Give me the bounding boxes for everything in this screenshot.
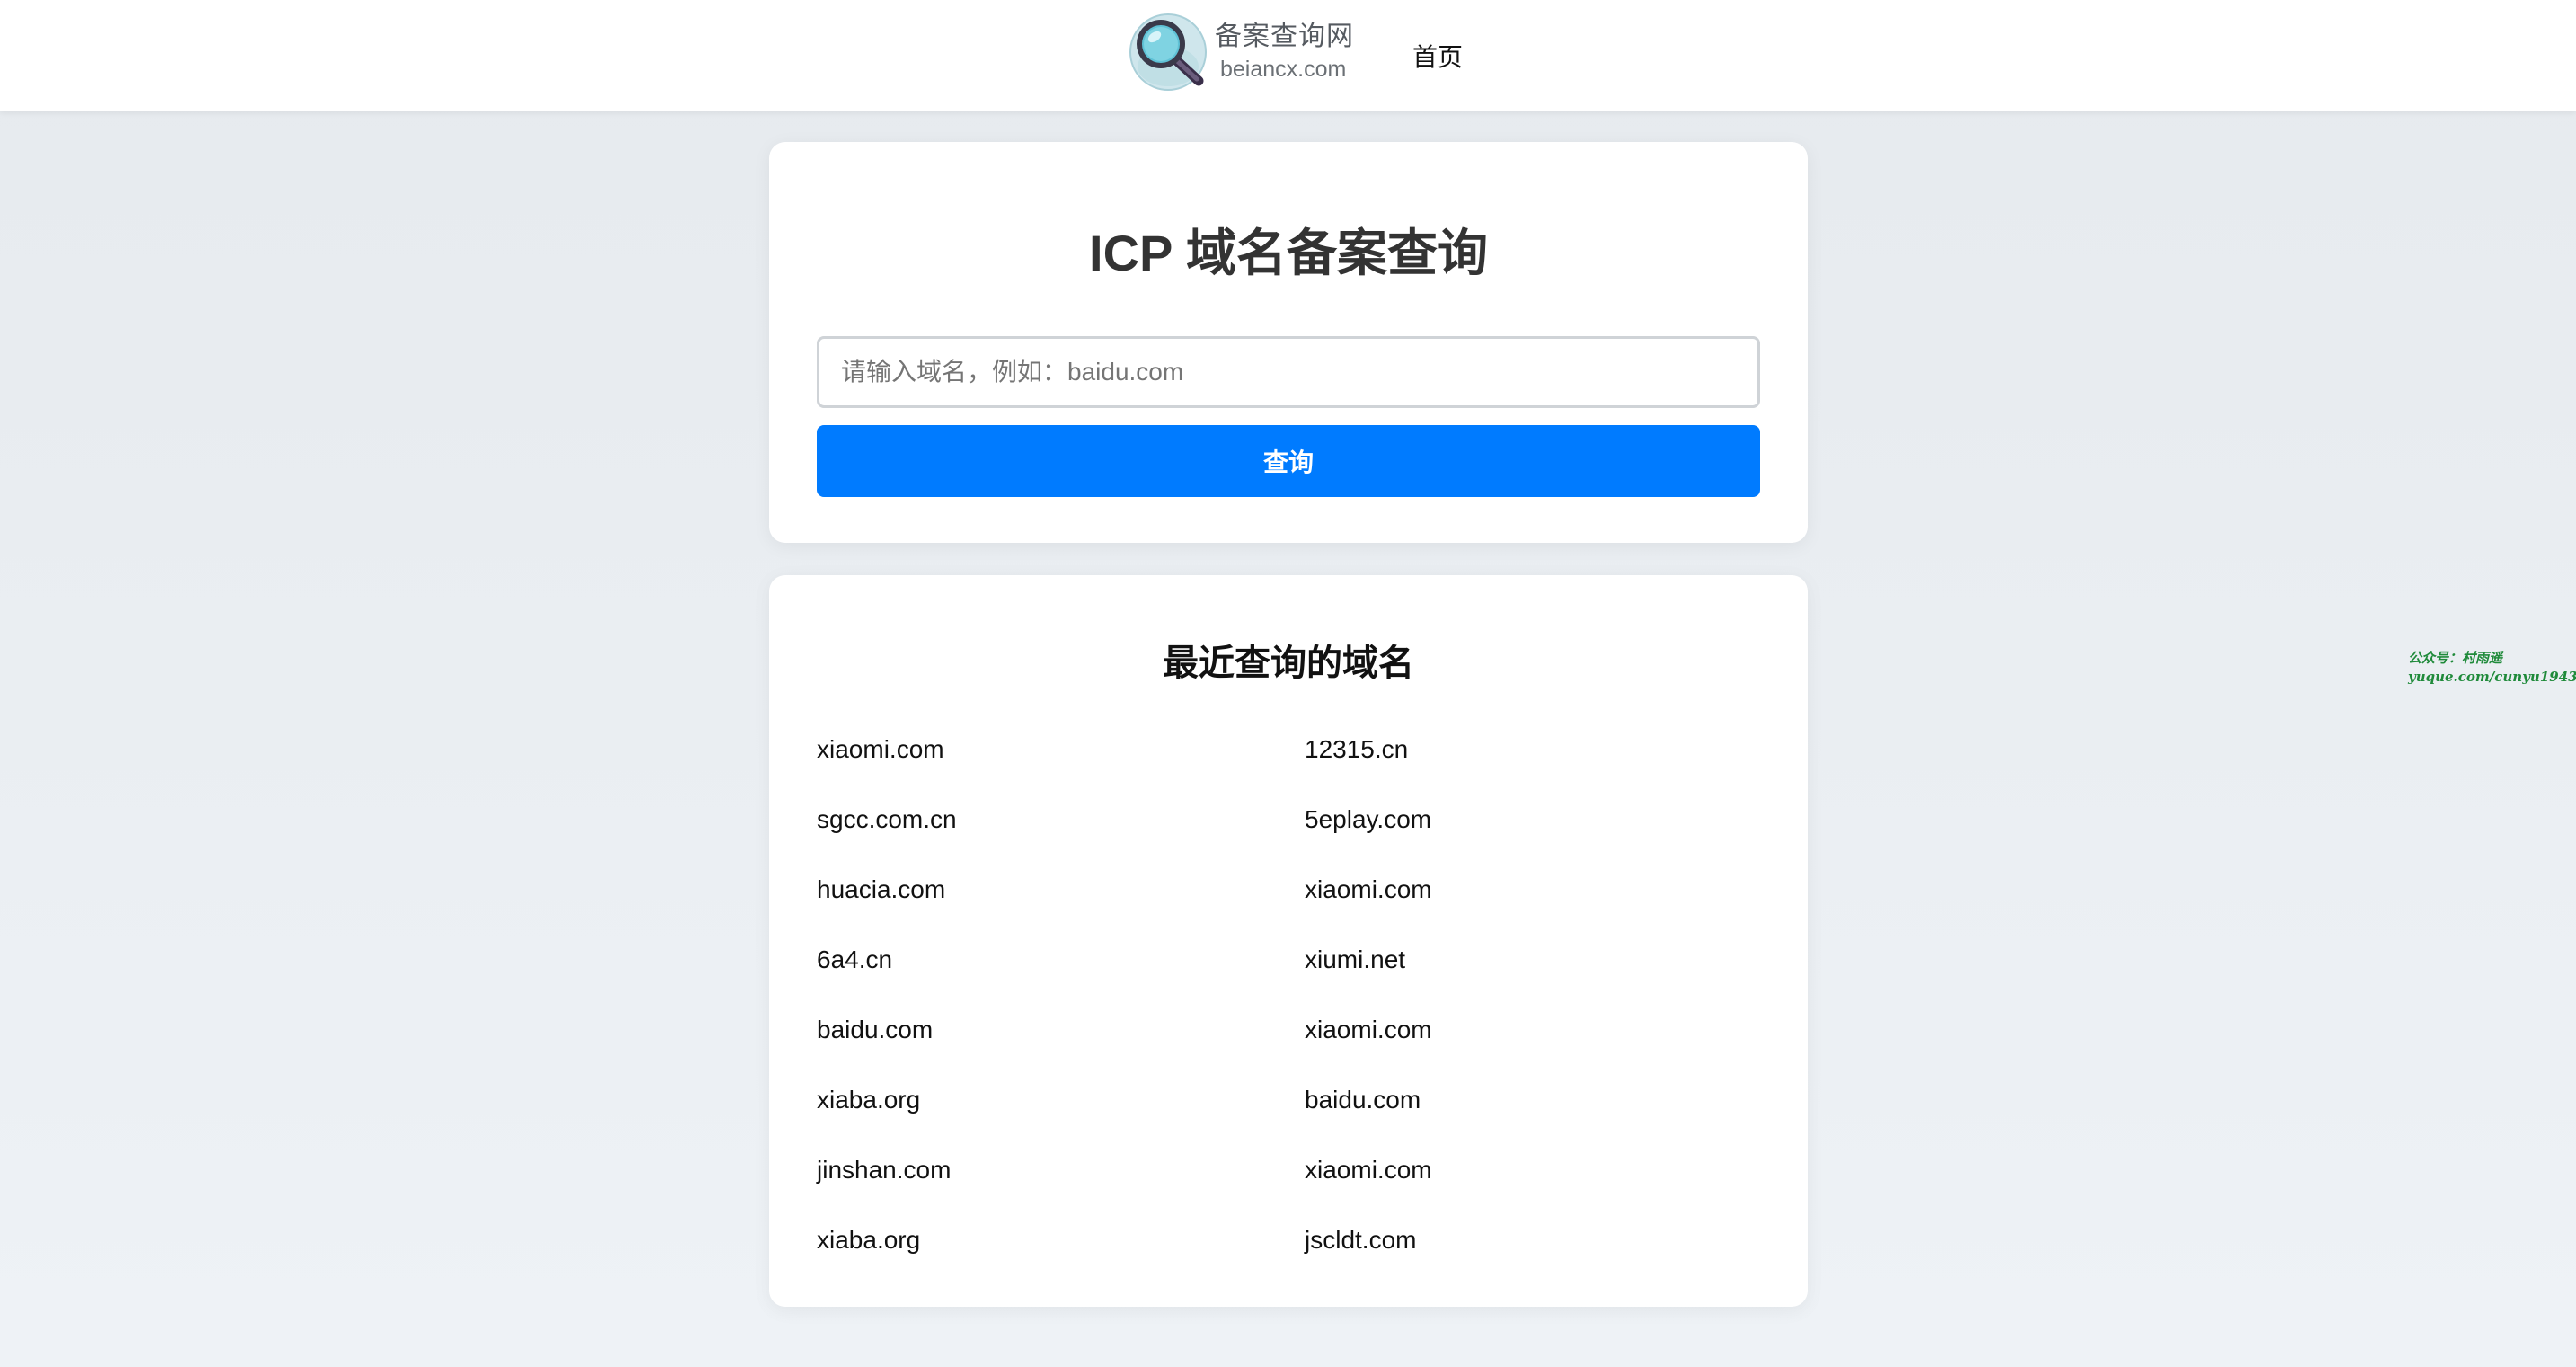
recent-domain-link[interactable]: 5eplay.com	[1305, 805, 1760, 875]
recent-domains-title: 最近查询的域名	[1163, 644, 1414, 683]
recent-domain-link[interactable]: sgcc.com.cn	[817, 805, 1305, 875]
watermark-line-2: yuque.com/cunyu1943	[2408, 669, 2576, 685]
search-card: ICP 域名备案查询 查询	[769, 142, 1808, 543]
logo-title: 备案查询网	[1215, 22, 1354, 51]
site-logo[interactable]: 备案查询网 beiancx.com	[1129, 13, 1354, 92]
recent-domain-link[interactable]: xiaomi.com	[1305, 1156, 1760, 1226]
nav-home-link[interactable]: 首页	[1412, 38, 1463, 74]
recent-domain-link[interactable]: jscldt.com	[1305, 1226, 1760, 1296]
magnifier-icon	[1129, 13, 1207, 91]
watermark-line-1: 公众号：村雨遥	[2408, 650, 2503, 666]
recent-domain-link[interactable]: jinshan.com	[817, 1156, 1305, 1226]
search-button[interactable]: 查询	[817, 425, 1760, 497]
recent-domain-link[interactable]: xiaba.org	[817, 1226, 1305, 1296]
recent-domain-link[interactable]: baidu.com	[817, 1016, 1305, 1086]
logo-subtitle: beiancx.com	[1220, 57, 1347, 82]
page-title: ICP 域名备案查询	[1089, 225, 1488, 281]
recent-domain-link[interactable]: huacia.com	[817, 875, 1305, 945]
recent-domain-link[interactable]: xiumi.net	[1305, 945, 1760, 1016]
recent-domains-card: 最近查询的域名 xiaomi.com 12315.cn sgcc.com.cn …	[769, 575, 1808, 1307]
recent-domain-link[interactable]: xiaomi.com	[1305, 1016, 1760, 1086]
watermark: 公众号：村雨遥 yuque.com/cunyu1943	[2408, 649, 2576, 687]
recent-domain-link[interactable]: baidu.com	[1305, 1086, 1760, 1156]
recent-domain-link[interactable]: xiaomi.com	[1305, 875, 1760, 945]
recent-domains-list: xiaomi.com 12315.cn sgcc.com.cn 5eplay.c…	[817, 735, 1760, 1296]
top-navbar: 备案查询网 beiancx.com 首页	[0, 0, 2576, 111]
recent-domain-link[interactable]: xiaomi.com	[817, 735, 1305, 805]
recent-domain-link[interactable]: xiaba.org	[817, 1086, 1305, 1156]
domain-search-input[interactable]	[817, 336, 1760, 408]
recent-domain-link[interactable]: 12315.cn	[1305, 735, 1760, 805]
recent-domain-link[interactable]: 6a4.cn	[817, 945, 1305, 1016]
